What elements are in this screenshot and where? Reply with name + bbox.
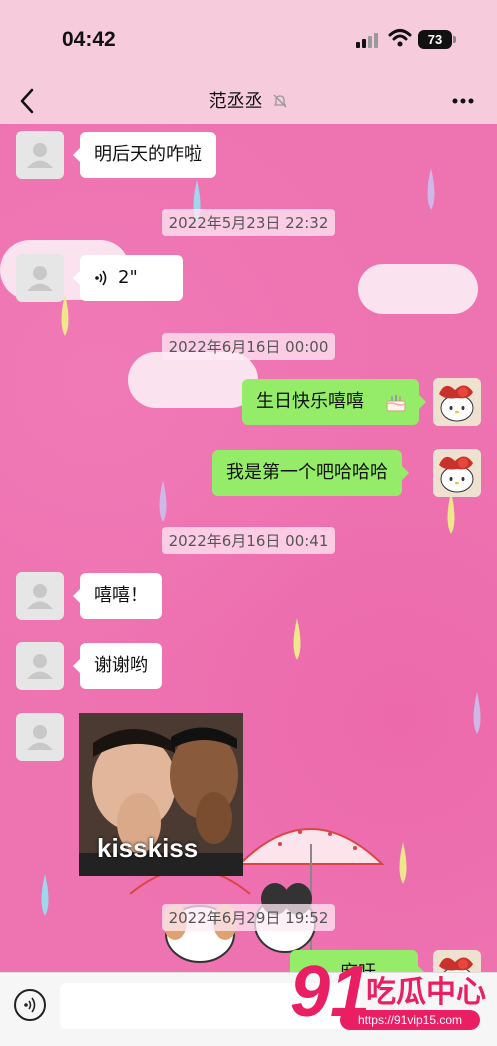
timestamp: 2022年6月16日 00:00 bbox=[0, 333, 497, 360]
contact-avatar[interactable] bbox=[16, 572, 64, 620]
timestamp-text: 2022年6月16日 00:41 bbox=[161, 527, 336, 554]
default-avatar-icon bbox=[27, 266, 53, 291]
wifi-icon bbox=[388, 29, 412, 47]
voice-input-button[interactable] bbox=[14, 989, 46, 1021]
default-avatar-icon bbox=[27, 143, 53, 168]
status-bar: 04:42 73 bbox=[0, 0, 497, 78]
my-avatar[interactable] bbox=[433, 378, 481, 426]
message-bubble-outgoing[interactable]: 生日快乐嘻嘻 bbox=[242, 379, 426, 425]
sticker-image[interactable]: kisskiss bbox=[79, 713, 243, 876]
message-bubble[interactable]: 谢谢哟 bbox=[73, 643, 162, 689]
sticker-caption: kisskiss bbox=[97, 833, 199, 863]
message-bubble-outgoing[interactable]: 我是第一个吧哈哈哈 bbox=[212, 450, 409, 496]
timestamp-text: 2022年5月23日 22:32 bbox=[161, 209, 336, 236]
cloud-decoration bbox=[358, 264, 478, 314]
mute-bell-icon bbox=[273, 94, 287, 108]
chat-title: 范丞丞 bbox=[0, 87, 497, 113]
contact-avatar[interactable] bbox=[16, 642, 64, 690]
voice-input-icon bbox=[24, 997, 36, 1013]
raindrop-decoration bbox=[473, 692, 481, 734]
timestamp: 2022年6月16日 00:41 bbox=[0, 527, 497, 554]
timestamp: 2022年5月23日 22:32 bbox=[0, 209, 497, 236]
message-bubble[interactable]: 嘻嘻！ bbox=[73, 573, 162, 619]
hello-kitty-avatar bbox=[433, 449, 481, 497]
watermark-url: https://91vip15.com bbox=[340, 1010, 480, 1030]
default-avatar-icon bbox=[27, 654, 53, 679]
contact-avatar[interactable] bbox=[16, 254, 64, 302]
cellular-signal-icon bbox=[356, 32, 382, 48]
message-bubble[interactable]: 明后天的咋啦 bbox=[73, 132, 216, 178]
raindrop-decoration bbox=[293, 618, 301, 660]
contact-avatar[interactable] bbox=[16, 713, 64, 761]
raindrop-decoration bbox=[427, 168, 435, 210]
my-avatar[interactable] bbox=[433, 449, 481, 497]
voice-duration: 2" bbox=[118, 267, 138, 288]
contact-name: 范丞丞 bbox=[208, 91, 263, 112]
default-avatar-icon bbox=[27, 725, 53, 750]
more-icon[interactable] bbox=[448, 86, 478, 116]
cake-emoji bbox=[386, 395, 406, 412]
default-avatar-icon bbox=[27, 584, 53, 609]
nav-bar: 范丞丞 bbox=[0, 78, 497, 124]
cloud-decoration bbox=[128, 352, 258, 408]
status-time: 04:42 bbox=[62, 28, 116, 51]
chat-area[interactable]: 明后天的咋啦 2022年5月23日 22:32 2" 2022年6月16日 00… bbox=[0, 124, 497, 972]
raindrop-decoration bbox=[159, 480, 167, 522]
raindrop-decoration bbox=[399, 842, 407, 884]
battery-indicator: 73 bbox=[418, 30, 452, 49]
contact-avatar[interactable] bbox=[16, 131, 64, 179]
timestamp-text: 2022年6月29日 19:52 bbox=[161, 904, 336, 931]
timestamp: 2022年6月29日 19:52 bbox=[0, 904, 497, 931]
battery-tip bbox=[453, 36, 456, 43]
hello-kitty-avatar bbox=[433, 378, 481, 426]
voice-wave-icon bbox=[95, 270, 107, 286]
message-text: 生日快乐嘻嘻 bbox=[256, 391, 364, 412]
timestamp-text: 2022年6月16日 00:00 bbox=[161, 333, 336, 360]
voice-message-bubble[interactable]: 2" bbox=[73, 255, 183, 301]
svg-text:吃瓜中心: 吃瓜中心 bbox=[366, 975, 486, 1010]
